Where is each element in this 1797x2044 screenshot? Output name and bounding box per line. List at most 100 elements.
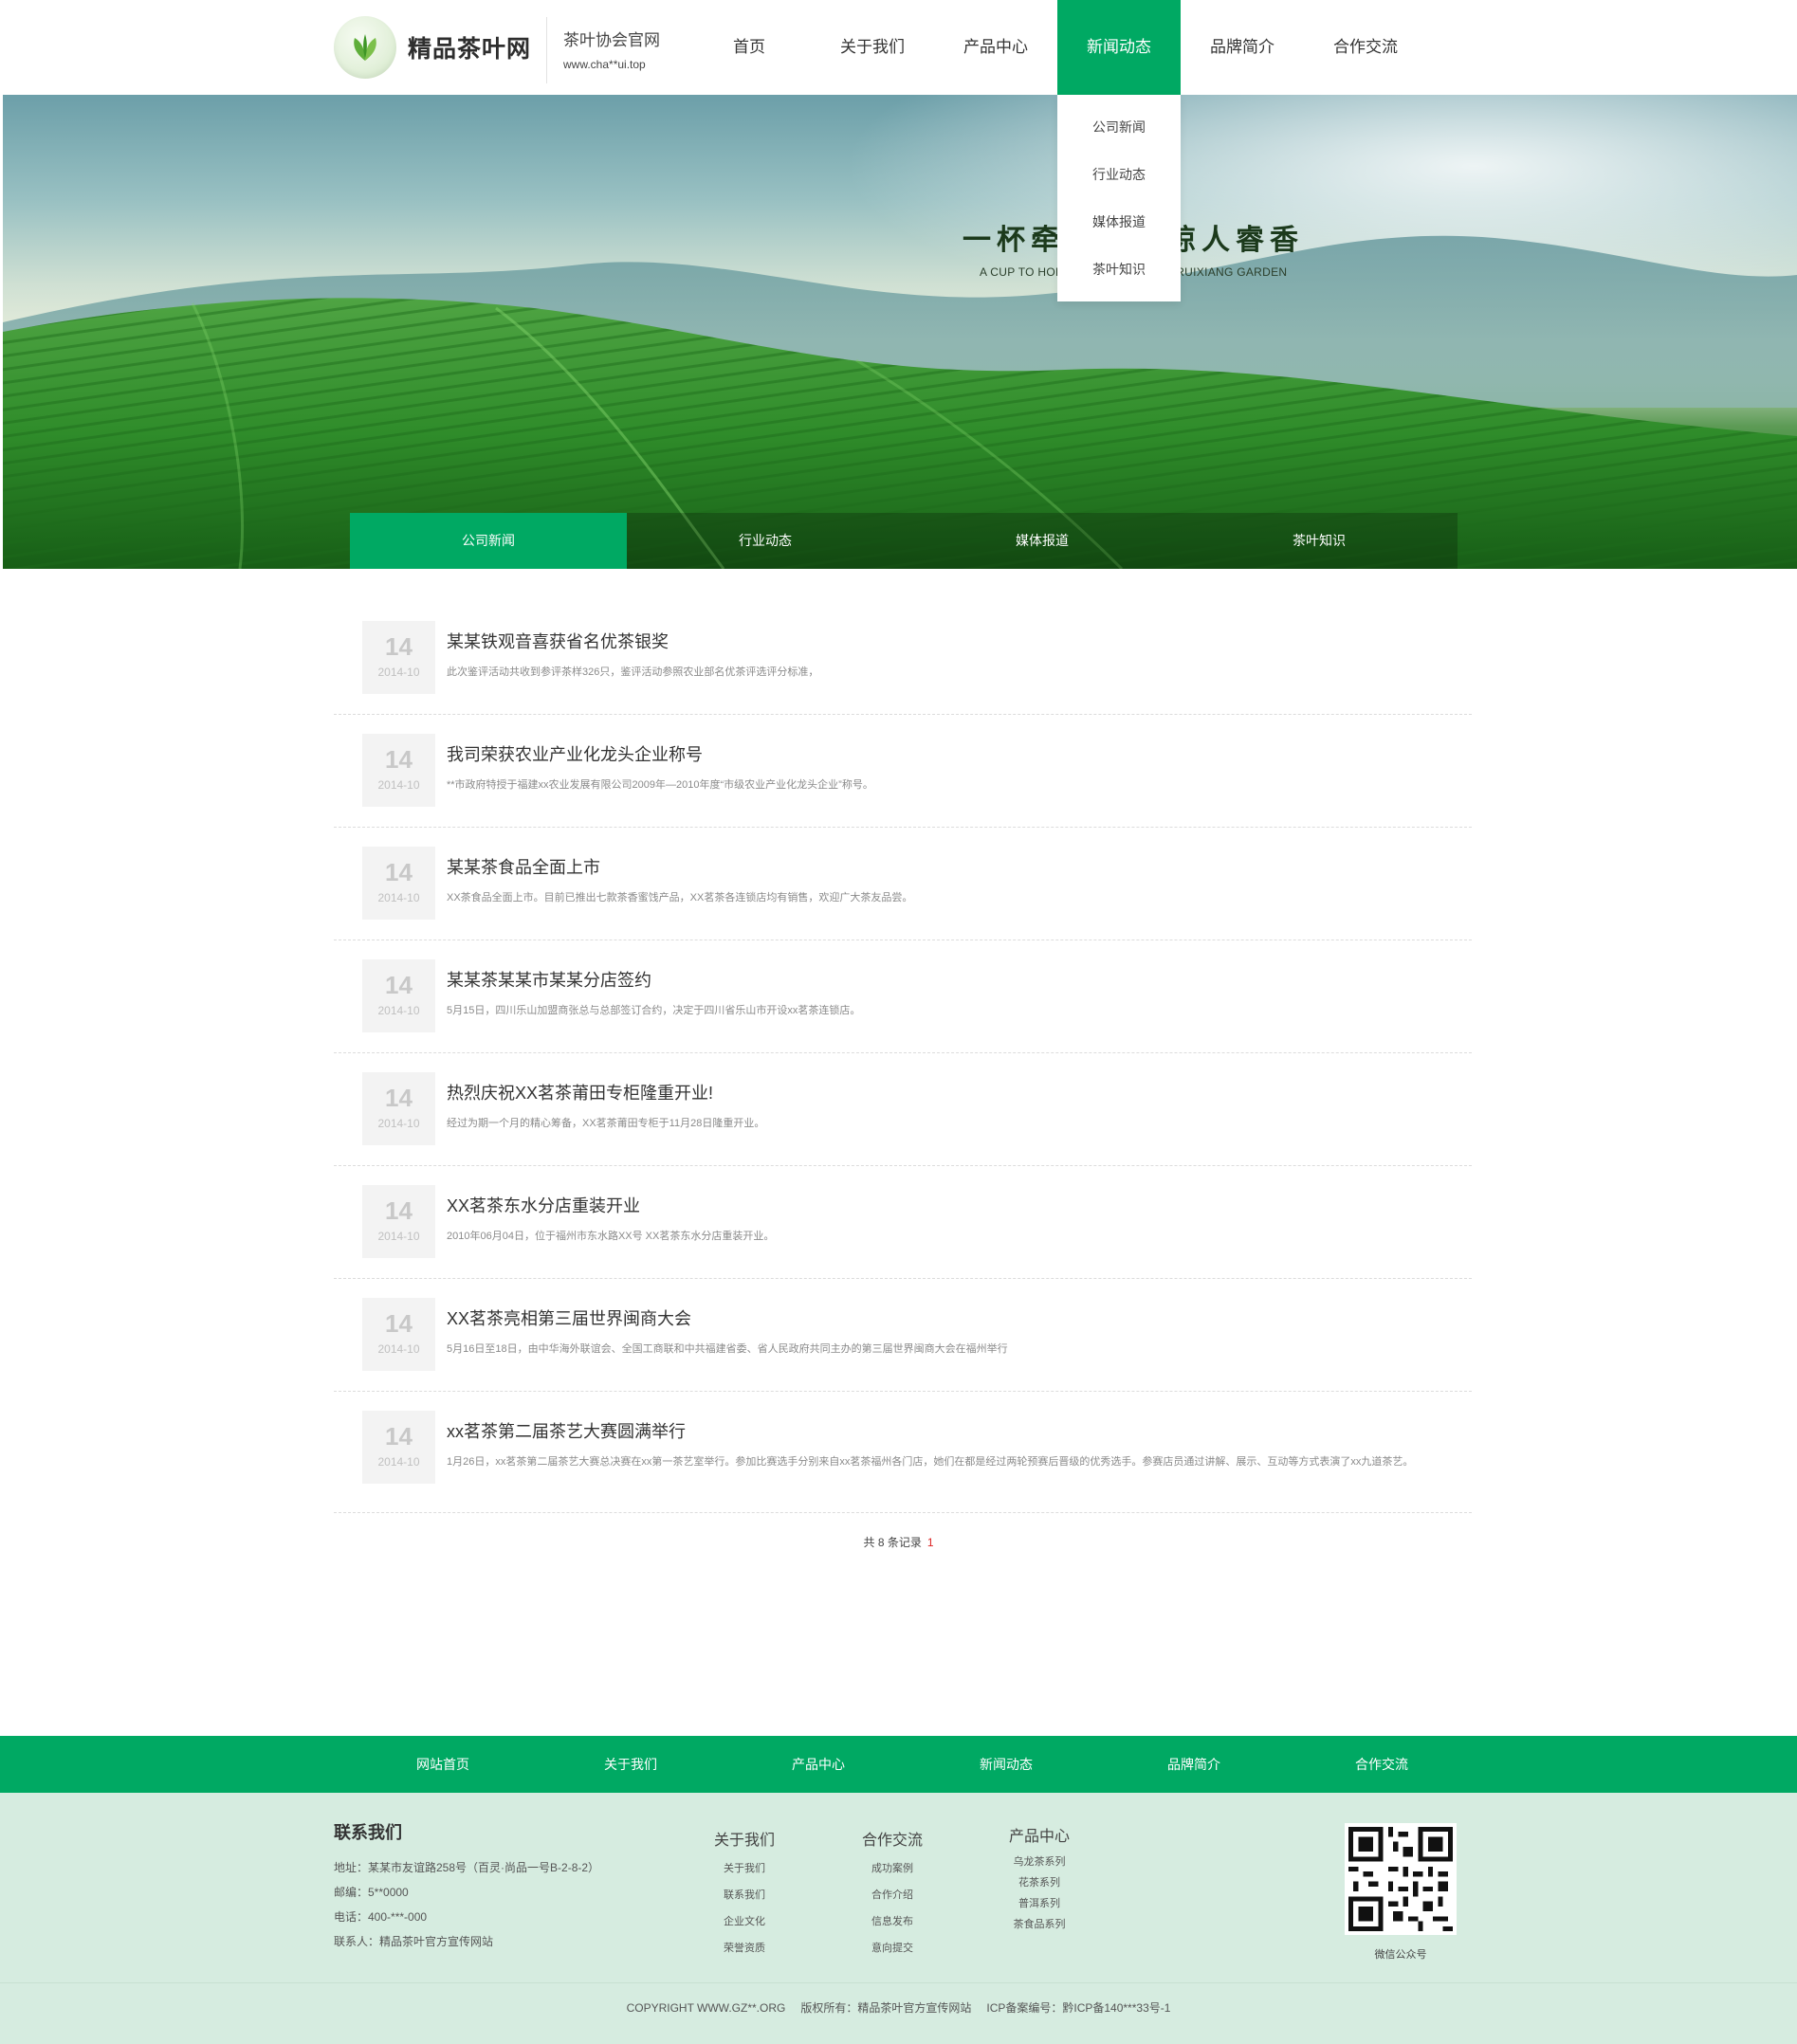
news-desc: 1月26日，xx茗茶第二届茶艺大赛总决赛在xx第一茶艺室举行。参加比赛选手分别来… bbox=[447, 1456, 1414, 1468]
news-title[interactable]: XX茗茶东水分店重装开业 bbox=[447, 1193, 640, 1217]
footer-link[interactable]: 关于我们 bbox=[702, 1855, 787, 1882]
news-list: 14 2014-10 某某铁观音喜获省名优茶银奖 此次鉴评活动共收到参评茶样32… bbox=[334, 602, 1472, 1513]
dropdown-tea-knowledge[interactable]: 茶叶知识 bbox=[1057, 253, 1181, 301]
icp-number[interactable]: ICP备案编号：黔ICP备140***33号-1 bbox=[986, 2001, 1170, 2015]
news-item[interactable]: 14 2014-10 XX茗茶东水分店重装开业 2010年06月04日，位于福州… bbox=[334, 1166, 1472, 1279]
tab-company-news[interactable]: 公司新闻 bbox=[350, 513, 627, 569]
news-date: 14 2014-10 bbox=[362, 621, 435, 694]
news-item[interactable]: 14 2014-10 热烈庆祝XX茗茶莆田专柜隆重开业! 经过为期一个月的精心筹… bbox=[334, 1053, 1472, 1166]
site-name: 茶叶协会官网 bbox=[563, 31, 660, 49]
dropdown-company-news[interactable]: 公司新闻 bbox=[1057, 111, 1181, 158]
copyright-owner: 版权所有：精品茶叶官方宣传网站 bbox=[800, 2001, 972, 2015]
news-date: 14 2014-10 bbox=[362, 734, 435, 807]
footer-link[interactable]: 合作介绍 bbox=[850, 1882, 935, 1908]
footer-link[interactable]: 成功案例 bbox=[850, 1855, 935, 1882]
footer-nav-brand[interactable]: 品牌简介 bbox=[1100, 1736, 1288, 1793]
pagination: 共 8 条记录 1 bbox=[0, 1534, 1797, 1550]
site-subtitle: 茶叶协会官网 www.cha**ui.top bbox=[563, 27, 660, 71]
news-date-day: 14 bbox=[385, 1084, 413, 1112]
footer-nav-home[interactable]: 网站首页 bbox=[349, 1736, 537, 1793]
nav-products[interactable]: 产品中心 bbox=[934, 0, 1057, 95]
footer-col-products: 产品中心 乌龙茶系列 花茶系列 普洱系列 茶食品系列 bbox=[997, 1823, 1082, 1935]
news-desc: 经过为期一个月的精心筹备，XX茗茶莆田专柜于11月28日隆重开业。 bbox=[447, 1118, 765, 1129]
news-title[interactable]: 我司荣获农业产业化龙头企业称号 bbox=[447, 741, 703, 766]
nav-home[interactable]: 首页 bbox=[688, 0, 811, 95]
news-date-ym: 2014-10 bbox=[377, 1342, 420, 1356]
contact-person: 联系人：精品茶叶官方宣传网站 bbox=[334, 1935, 494, 1948]
news-date-ym: 2014-10 bbox=[377, 1117, 420, 1130]
news-date-day: 14 bbox=[385, 1309, 413, 1338]
news-desc: **市政府特授于福建xx农业发展有限公司2009年—2010年度“市级农业产业化… bbox=[447, 779, 873, 791]
nav-cooperation[interactable]: 合作交流 bbox=[1304, 0, 1427, 95]
news-date: 14 2014-10 bbox=[362, 1072, 435, 1145]
news-date-ym: 2014-10 bbox=[377, 891, 420, 904]
footer-nav-cooperation[interactable]: 合作交流 bbox=[1288, 1736, 1476, 1793]
footer-link[interactable]: 信息发布 bbox=[850, 1908, 935, 1935]
news-item[interactable]: 14 2014-10 XX茗茶亮相第三届世界闽商大会 5月16日至18日，由中华… bbox=[334, 1279, 1472, 1392]
news-date-ym: 2014-10 bbox=[377, 778, 420, 792]
nav-about[interactable]: 关于我们 bbox=[811, 0, 934, 95]
news-date: 14 2014-10 bbox=[362, 1411, 435, 1484]
footer-col-heading: 合作交流 bbox=[861, 1833, 923, 1849]
news-dropdown-menu: 公司新闻 行业动态 媒体报道 茶叶知识 bbox=[1057, 95, 1181, 301]
news-date-day: 14 bbox=[385, 1196, 413, 1225]
news-title[interactable]: 某某茶某某市某某分店签约 bbox=[447, 967, 651, 992]
news-desc: 此次鉴评活动共收到参评茶样326只，鉴评活动参照农业部名优茶评选评分标准， bbox=[447, 666, 819, 678]
tea-leaf-icon bbox=[334, 16, 396, 79]
tab-media-reports[interactable]: 媒体报道 bbox=[904, 513, 1181, 569]
news-date-day: 14 bbox=[385, 632, 413, 661]
news-item[interactable]: 14 2014-10 我司荣获农业产业化龙头企业称号 **市政府特授于福建xx农… bbox=[334, 715, 1472, 828]
news-item[interactable]: 14 2014-10 某某铁观音喜获省名优茶银奖 此次鉴评活动共收到参评茶样32… bbox=[334, 602, 1472, 715]
footer-col-about: 关于我们 关于我们 联系我们 企业文化 荣誉资质 bbox=[702, 1827, 787, 1962]
tab-industry-news[interactable]: 行业动态 bbox=[627, 513, 904, 569]
footer-link[interactable]: 企业文化 bbox=[702, 1908, 787, 1935]
news-title[interactable]: 热烈庆祝XX茗茶莆田专柜隆重开业! bbox=[447, 1080, 713, 1104]
contact-postcode: 邮编：5**0000 bbox=[334, 1886, 409, 1899]
news-date-ym: 2014-10 bbox=[377, 666, 420, 679]
dropdown-media-reports[interactable]: 媒体报道 bbox=[1057, 206, 1181, 253]
news-desc: 2010年06月04日，位于福州市东水路XX号 XX茗茶东水分店重装开业。 bbox=[447, 1231, 775, 1242]
news-title[interactable]: 某某茶食品全面上市 bbox=[447, 854, 600, 879]
news-desc: 5月16日至18日，由中华海外联谊会、全国工商联和中共福建省委、省人民政府共同主… bbox=[447, 1343, 1008, 1355]
news-item[interactable]: 14 2014-10 某某茶食品全面上市 XX茶食品全面上市。目前已推出七款茶香… bbox=[334, 828, 1472, 940]
page-number-1[interactable]: 1 bbox=[927, 1536, 934, 1549]
footer-nav-products[interactable]: 产品中心 bbox=[724, 1736, 912, 1793]
logo-text: 精品茶叶网 bbox=[408, 35, 532, 63]
contact-phone: 电话：400-***-000 bbox=[334, 1910, 428, 1924]
news-item[interactable]: 14 2014-10 某某茶某某市某某分店签约 5月15日，四川乐山加盟商张总与… bbox=[334, 940, 1472, 1053]
news-date-ym: 2014-10 bbox=[377, 1004, 420, 1017]
site-footer: 联系我们 地址：某某市友谊路258号（百灵·尚品一号B-2-8-2） 邮编：5*… bbox=[0, 1793, 1797, 1982]
header-divider bbox=[546, 17, 547, 83]
qr-label: 微信公众号 bbox=[1374, 1949, 1427, 1961]
record-count: 共 8 条记录 bbox=[863, 1536, 922, 1549]
news-title[interactable]: XX茗茶亮相第三届世界闽商大会 bbox=[447, 1305, 691, 1330]
footer-link[interactable]: 荣誉资质 bbox=[702, 1935, 787, 1962]
footer-link[interactable]: 茶食品系列 bbox=[997, 1914, 1082, 1935]
footer-link[interactable]: 意向提交 bbox=[850, 1935, 935, 1962]
news-title[interactable]: xx茗茶第二届茶艺大赛圆满举行 bbox=[447, 1418, 686, 1443]
footer-nav-about[interactable]: 关于我们 bbox=[537, 1736, 724, 1793]
footer-link[interactable]: 花茶系列 bbox=[997, 1872, 1082, 1893]
news-date-ym: 2014-10 bbox=[377, 1230, 420, 1243]
footer-nav: 网站首页 关于我们 产品中心 新闻动态 品牌简介 合作交流 bbox=[0, 1736, 1797, 1793]
dropdown-industry-news[interactable]: 行业动态 bbox=[1057, 158, 1181, 206]
footer-link[interactable]: 联系我们 bbox=[702, 1882, 787, 1908]
news-date-ym: 2014-10 bbox=[377, 1455, 420, 1469]
main-nav: 首页 关于我们 产品中心 新闻动态 品牌简介 合作交流 bbox=[688, 0, 1427, 95]
tab-tea-knowledge[interactable]: 茶叶知识 bbox=[1181, 513, 1458, 569]
news-date: 14 2014-10 bbox=[362, 1185, 435, 1258]
news-category-tabs: 公司新闻 行业动态 媒体报道 茶叶知识 bbox=[350, 513, 1458, 569]
footer-nav-news[interactable]: 新闻动态 bbox=[912, 1736, 1100, 1793]
news-date-day: 14 bbox=[385, 971, 413, 999]
footer-link[interactable]: 普洱系列 bbox=[997, 1893, 1082, 1914]
news-date: 14 2014-10 bbox=[362, 847, 435, 920]
news-date: 14 2014-10 bbox=[362, 1298, 435, 1371]
news-date-day: 14 bbox=[385, 1422, 413, 1451]
copyright-bar: COPYRIGHT WWW.GZ**.ORG 版权所有：精品茶叶官方宣传网站 ICP… bbox=[0, 1982, 1797, 2044]
site-logo[interactable]: 精品茶叶网 bbox=[334, 15, 531, 80]
nav-brand[interactable]: 品牌简介 bbox=[1181, 0, 1304, 95]
footer-link[interactable]: 乌龙茶系列 bbox=[997, 1852, 1082, 1872]
nav-news[interactable]: 新闻动态 bbox=[1057, 0, 1181, 95]
news-title[interactable]: 某某铁观音喜获省名优茶银奖 bbox=[447, 629, 669, 653]
news-item[interactable]: 14 2014-10 xx茗茶第二届茶艺大赛圆满举行 1月26日，xx茗茶第二届… bbox=[334, 1392, 1472, 1513]
